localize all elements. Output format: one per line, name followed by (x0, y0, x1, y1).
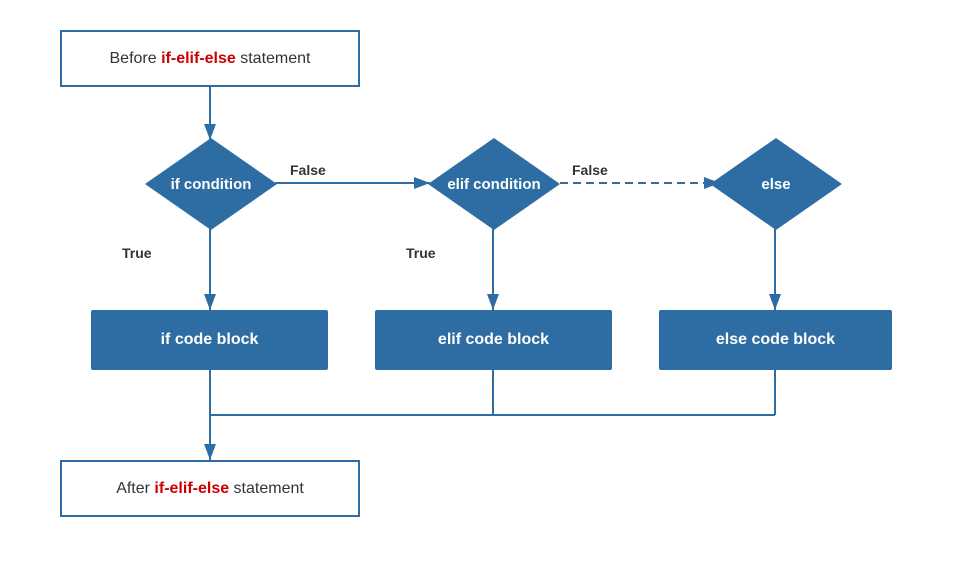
false-label-2: False (572, 162, 608, 178)
after-label: After if-elif-else statement (116, 480, 304, 498)
before-statement-box: Before if-elif-else statement (60, 30, 360, 87)
else-diamond: else (710, 138, 842, 230)
after-statement-box: After if-elif-else statement (60, 460, 360, 517)
else-label: else (761, 176, 790, 193)
elif-condition-label: elif condition (447, 176, 540, 193)
if-code-block: if code block (91, 310, 328, 370)
if-condition-diamond: if condition (145, 138, 277, 230)
flowchart-diagram: Before if-elif-else statement if conditi… (0, 0, 957, 578)
false-label-1: False (290, 162, 326, 178)
before-label: Before if-elif-else statement (110, 50, 311, 68)
true-label-1: True (122, 245, 152, 261)
elif-condition-diamond: elif condition (428, 138, 560, 230)
elif-code-block: elif code block (375, 310, 612, 370)
true-label-2: True (406, 245, 436, 261)
else-code-block: else code block (659, 310, 892, 370)
if-condition-label: if condition (171, 176, 252, 193)
